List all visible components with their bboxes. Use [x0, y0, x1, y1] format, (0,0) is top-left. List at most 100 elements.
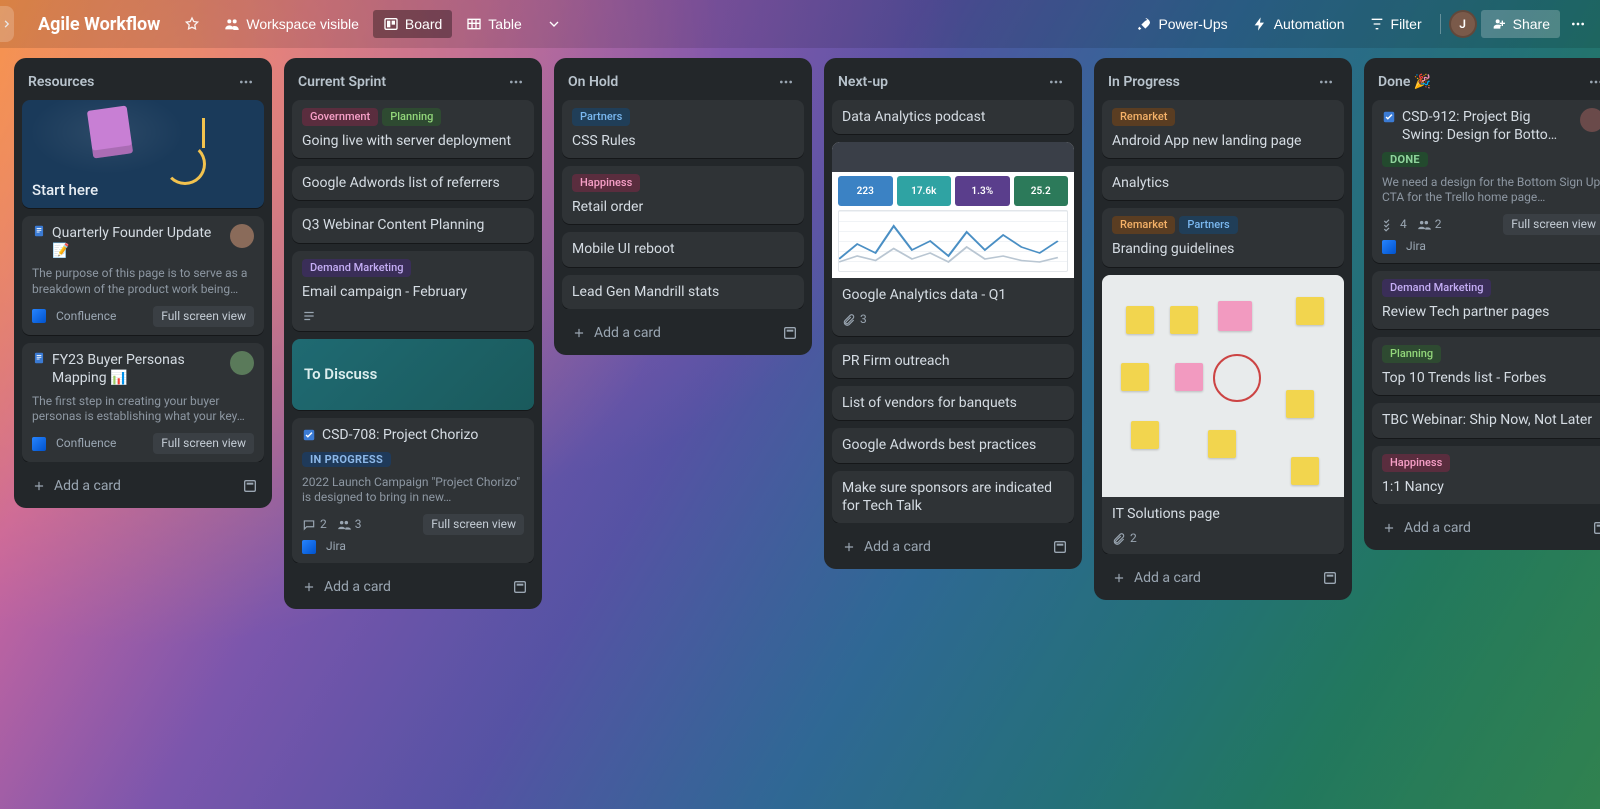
list-actions-button[interactable]	[1314, 70, 1338, 94]
star-button[interactable]	[174, 10, 210, 38]
board-menu-button[interactable]	[1564, 10, 1592, 38]
card-email-feb[interactable]: Demand Marketing Email campaign - Februa…	[292, 251, 534, 331]
card-adwords-referrers[interactable]: Google Adwords list of referrers	[292, 166, 534, 200]
label-demand-marketing[interactable]: Demand Marketing	[1382, 279, 1491, 297]
card-pr-firm[interactable]: PR Firm outreach	[832, 344, 1074, 378]
card-tech-partner-pages[interactable]: Demand Marketing Review Tech partner pag…	[1372, 271, 1600, 329]
card-template-button[interactable]	[1320, 568, 1340, 588]
template-icon	[1322, 570, 1338, 586]
full-screen-button[interactable]: Full screen view	[153, 306, 254, 328]
card-css-rules[interactable]: Partners CSS Rules	[562, 100, 804, 158]
label-demand-marketing[interactable]: Demand Marketing	[302, 259, 411, 277]
card-server-deploy[interactable]: Government Planning Going live with serv…	[292, 100, 534, 158]
status-in-progress: IN PROGRESS	[302, 452, 391, 467]
add-card-button[interactable]: Add a card	[296, 575, 504, 599]
board-view-button[interactable]: Board	[373, 10, 452, 38]
label-planning[interactable]: Planning	[1382, 345, 1441, 363]
card-template-button[interactable]	[1050, 537, 1070, 557]
card-analytics[interactable]: Analytics	[1102, 166, 1344, 200]
add-card-button[interactable]: Add a card	[1106, 566, 1314, 590]
card-fy23-personas[interactable]: FY23 Buyer Personas Mapping 📊 The first …	[22, 343, 264, 462]
automation-button[interactable]: Automation	[1242, 10, 1355, 38]
powerup-name: Jira	[1406, 239, 1426, 255]
card-top10-trends[interactable]: Planning Top 10 Trends list - Forbes	[1372, 337, 1600, 395]
list-actions-button[interactable]	[1044, 70, 1068, 94]
card-cover-image: 223 17.6k 1.3% 25.2	[832, 142, 1074, 278]
label-remarket[interactable]: Remarket	[1112, 108, 1175, 126]
list-title[interactable]: On Hold	[568, 74, 618, 90]
card-branding-guidelines[interactable]: Remarket Partners Branding guidelines	[1102, 208, 1344, 266]
add-card-button[interactable]: Add a card	[1376, 516, 1584, 540]
card-csd-912[interactable]: CSD-912: Project Big Swing: Design for B…	[1372, 100, 1600, 263]
add-card-button[interactable]: Add a card	[26, 474, 234, 498]
list-header: Resources	[22, 66, 264, 100]
card-leadgen-mandrill[interactable]: Lead Gen Mandrill stats	[562, 275, 804, 309]
list-title[interactable]: Resources	[28, 74, 94, 90]
filter-button[interactable]: Filter	[1359, 10, 1432, 38]
card-vendors-banquets[interactable]: List of vendors for banquets	[832, 386, 1074, 420]
member-avatar[interactable]	[1580, 108, 1600, 132]
card-title: Retail order	[572, 198, 794, 216]
card-sponsors-tech-talk[interactable]: Make sure sponsors are indicated for Tec…	[832, 471, 1074, 523]
comments-badge: 2	[302, 517, 327, 533]
card-quarterly-founder-update[interactable]: Quarterly Founder Update 📝 The purpose o…	[22, 216, 264, 335]
share-button[interactable]: Share	[1481, 10, 1560, 38]
power-ups-button[interactable]: Power-Ups	[1126, 10, 1237, 38]
label-remarket[interactable]: Remarket	[1112, 216, 1175, 234]
card-adwords-best-practices[interactable]: Google Adwords best practices	[832, 428, 1074, 462]
add-card-label: Add a card	[54, 478, 121, 494]
card-start-here[interactable]: Start here	[22, 100, 264, 208]
card-tbc-webinar[interactable]: TBC Webinar: Ship Now, Not Later	[1372, 403, 1600, 437]
card-google-analytics-q1[interactable]: 223 17.6k 1.3% 25.2 Google Analytics dat…	[832, 142, 1074, 336]
card-csd-708[interactable]: CSD-708: Project Chorizo IN PROGRESS 202…	[292, 418, 534, 563]
card-it-solutions[interactable]: IT Solutions page 2	[1102, 275, 1344, 555]
full-screen-button[interactable]: Full screen view	[1503, 214, 1600, 236]
member-avatar[interactable]	[230, 351, 254, 375]
card-template-button[interactable]	[240, 476, 260, 496]
template-icon	[1592, 520, 1600, 536]
board-name[interactable]: Agile Workflow	[28, 8, 170, 41]
list-title[interactable]: Current Sprint	[298, 74, 386, 90]
table-view-button[interactable]: Table	[456, 10, 531, 38]
card-data-analytics-podcast[interactable]: Data Analytics podcast	[832, 100, 1074, 134]
card-mobile-ui[interactable]: Mobile UI reboot	[562, 232, 804, 266]
workspace-visibility-button[interactable]: Workspace visible	[214, 10, 369, 38]
list-title[interactable]: Done 🎉	[1378, 74, 1431, 90]
label-partners[interactable]: Partners	[572, 108, 630, 126]
card-template-button[interactable]	[510, 577, 530, 597]
list-actions-button[interactable]	[774, 70, 798, 94]
card-template-button[interactable]	[1590, 518, 1600, 538]
list-actions-button[interactable]	[234, 70, 258, 94]
card-1-1-nancy[interactable]: Happiness 1:1 Nancy	[1372, 446, 1600, 504]
add-card-button[interactable]: Add a card	[836, 535, 1044, 559]
card-title: To Discuss	[304, 365, 377, 383]
attachment-badge: 2	[1112, 531, 1137, 547]
card-title: Email campaign - February	[302, 283, 524, 301]
expand-sidebar-handle[interactable]	[0, 6, 14, 42]
full-screen-button[interactable]: Full screen view	[423, 514, 524, 536]
card-to-discuss[interactable]: To Discuss	[292, 339, 534, 411]
card-q3-webinar[interactable]: Q3 Webinar Content Planning	[292, 208, 534, 242]
list-actions-button[interactable]	[1584, 70, 1600, 94]
member-avatar[interactable]: J	[1449, 10, 1477, 38]
list-actions-button[interactable]	[504, 70, 528, 94]
views-switcher-button[interactable]	[536, 10, 572, 38]
member-avatar[interactable]	[230, 224, 254, 248]
card-title: Google Adwords list of referrers	[302, 174, 524, 192]
card-retail-order[interactable]: Happiness Retail order	[562, 166, 804, 224]
label-planning[interactable]: Planning	[382, 108, 441, 126]
label-partners[interactable]: Partners	[1179, 216, 1237, 234]
people-icon	[1417, 218, 1431, 232]
card-template-button[interactable]	[780, 323, 800, 343]
filter-icon	[1369, 16, 1385, 32]
add-card-button[interactable]: Add a card	[566, 321, 774, 345]
card-title: Analytics	[1112, 174, 1334, 192]
list-title[interactable]: In Progress	[1108, 74, 1180, 90]
label-happiness[interactable]: Happiness	[1382, 454, 1450, 472]
board-canvas[interactable]: Resources Start here Quarterly Founder U…	[0, 48, 1600, 809]
list-title[interactable]: Next-up	[838, 74, 888, 90]
label-happiness[interactable]: Happiness	[572, 174, 640, 192]
label-government[interactable]: Government	[302, 108, 378, 126]
card-android-landing[interactable]: Remarket Android App new landing page	[1102, 100, 1344, 158]
full-screen-button[interactable]: Full screen view	[153, 433, 254, 455]
